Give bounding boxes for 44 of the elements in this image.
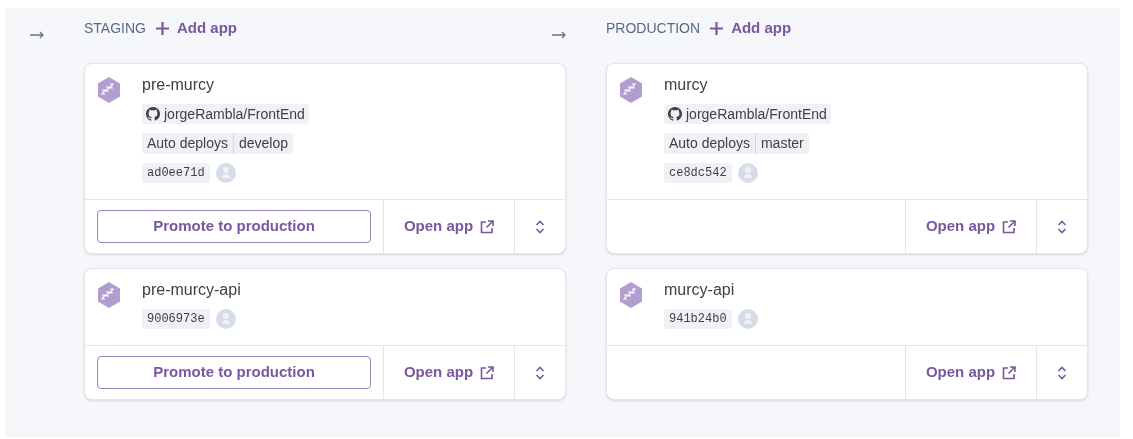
app-name[interactable]: pre-murcy (142, 75, 309, 95)
external-link-icon (1002, 219, 1017, 234)
commit-hash[interactable]: ce8dc542 (664, 163, 732, 183)
github-icon (668, 107, 682, 121)
app-name[interactable]: murcy (664, 75, 831, 95)
open-app-button[interactable]: Open app (384, 200, 515, 253)
stage-title: PRODUCTION (606, 18, 701, 38)
external-link-icon (1002, 365, 1017, 380)
promote-button[interactable]: Promote to production (97, 356, 371, 389)
app-name[interactable]: pre-murcy-api (142, 280, 241, 300)
repo-badge[interactable]: jorgeRambla/FrontEnd (142, 104, 309, 124)
add-app-button[interactable]: Add app (155, 16, 237, 40)
arrow-icon (30, 31, 45, 39)
branch-name: master (759, 134, 805, 153)
commit-hash[interactable]: ad0ee71d (142, 163, 210, 183)
external-link-icon (480, 365, 495, 380)
expand-icon (1057, 219, 1067, 234)
plus-icon (155, 21, 169, 35)
github-icon (146, 107, 160, 121)
repo-name: jorgeRambla/FrontEnd (164, 104, 305, 124)
avatar-icon (215, 309, 236, 329)
avatar-icon (737, 309, 758, 329)
repo-name: jorgeRambla/FrontEnd (686, 104, 827, 124)
open-app-button[interactable]: Open app (384, 346, 515, 399)
stage-title: STAGING (84, 18, 146, 38)
open-app-button[interactable]: Open app (906, 346, 1037, 399)
expand-icon (535, 365, 545, 380)
app-name[interactable]: murcy-api (664, 280, 758, 300)
avatar-icon (737, 163, 758, 183)
commit-hash[interactable]: 9006973e (142, 309, 210, 329)
add-app-button[interactable]: Add app (710, 16, 792, 40)
plus-icon (710, 21, 724, 35)
commit-hash[interactable]: 941b24b0 (664, 309, 732, 329)
repo-badge[interactable]: jorgeRambla/FrontEnd (664, 104, 831, 124)
auto-deploys-label: Auto deploys (142, 133, 234, 154)
avatar-icon (215, 163, 236, 183)
expand-icon (535, 219, 545, 234)
open-app-button[interactable]: Open app (906, 200, 1037, 253)
branch-name: develop (237, 134, 289, 153)
auto-deploys-label: Auto deploys (664, 133, 756, 154)
promote-button[interactable]: Promote to production (97, 210, 371, 243)
external-link-icon (480, 219, 495, 234)
expand-icon (1057, 365, 1067, 380)
arrow-icon (552, 31, 567, 39)
